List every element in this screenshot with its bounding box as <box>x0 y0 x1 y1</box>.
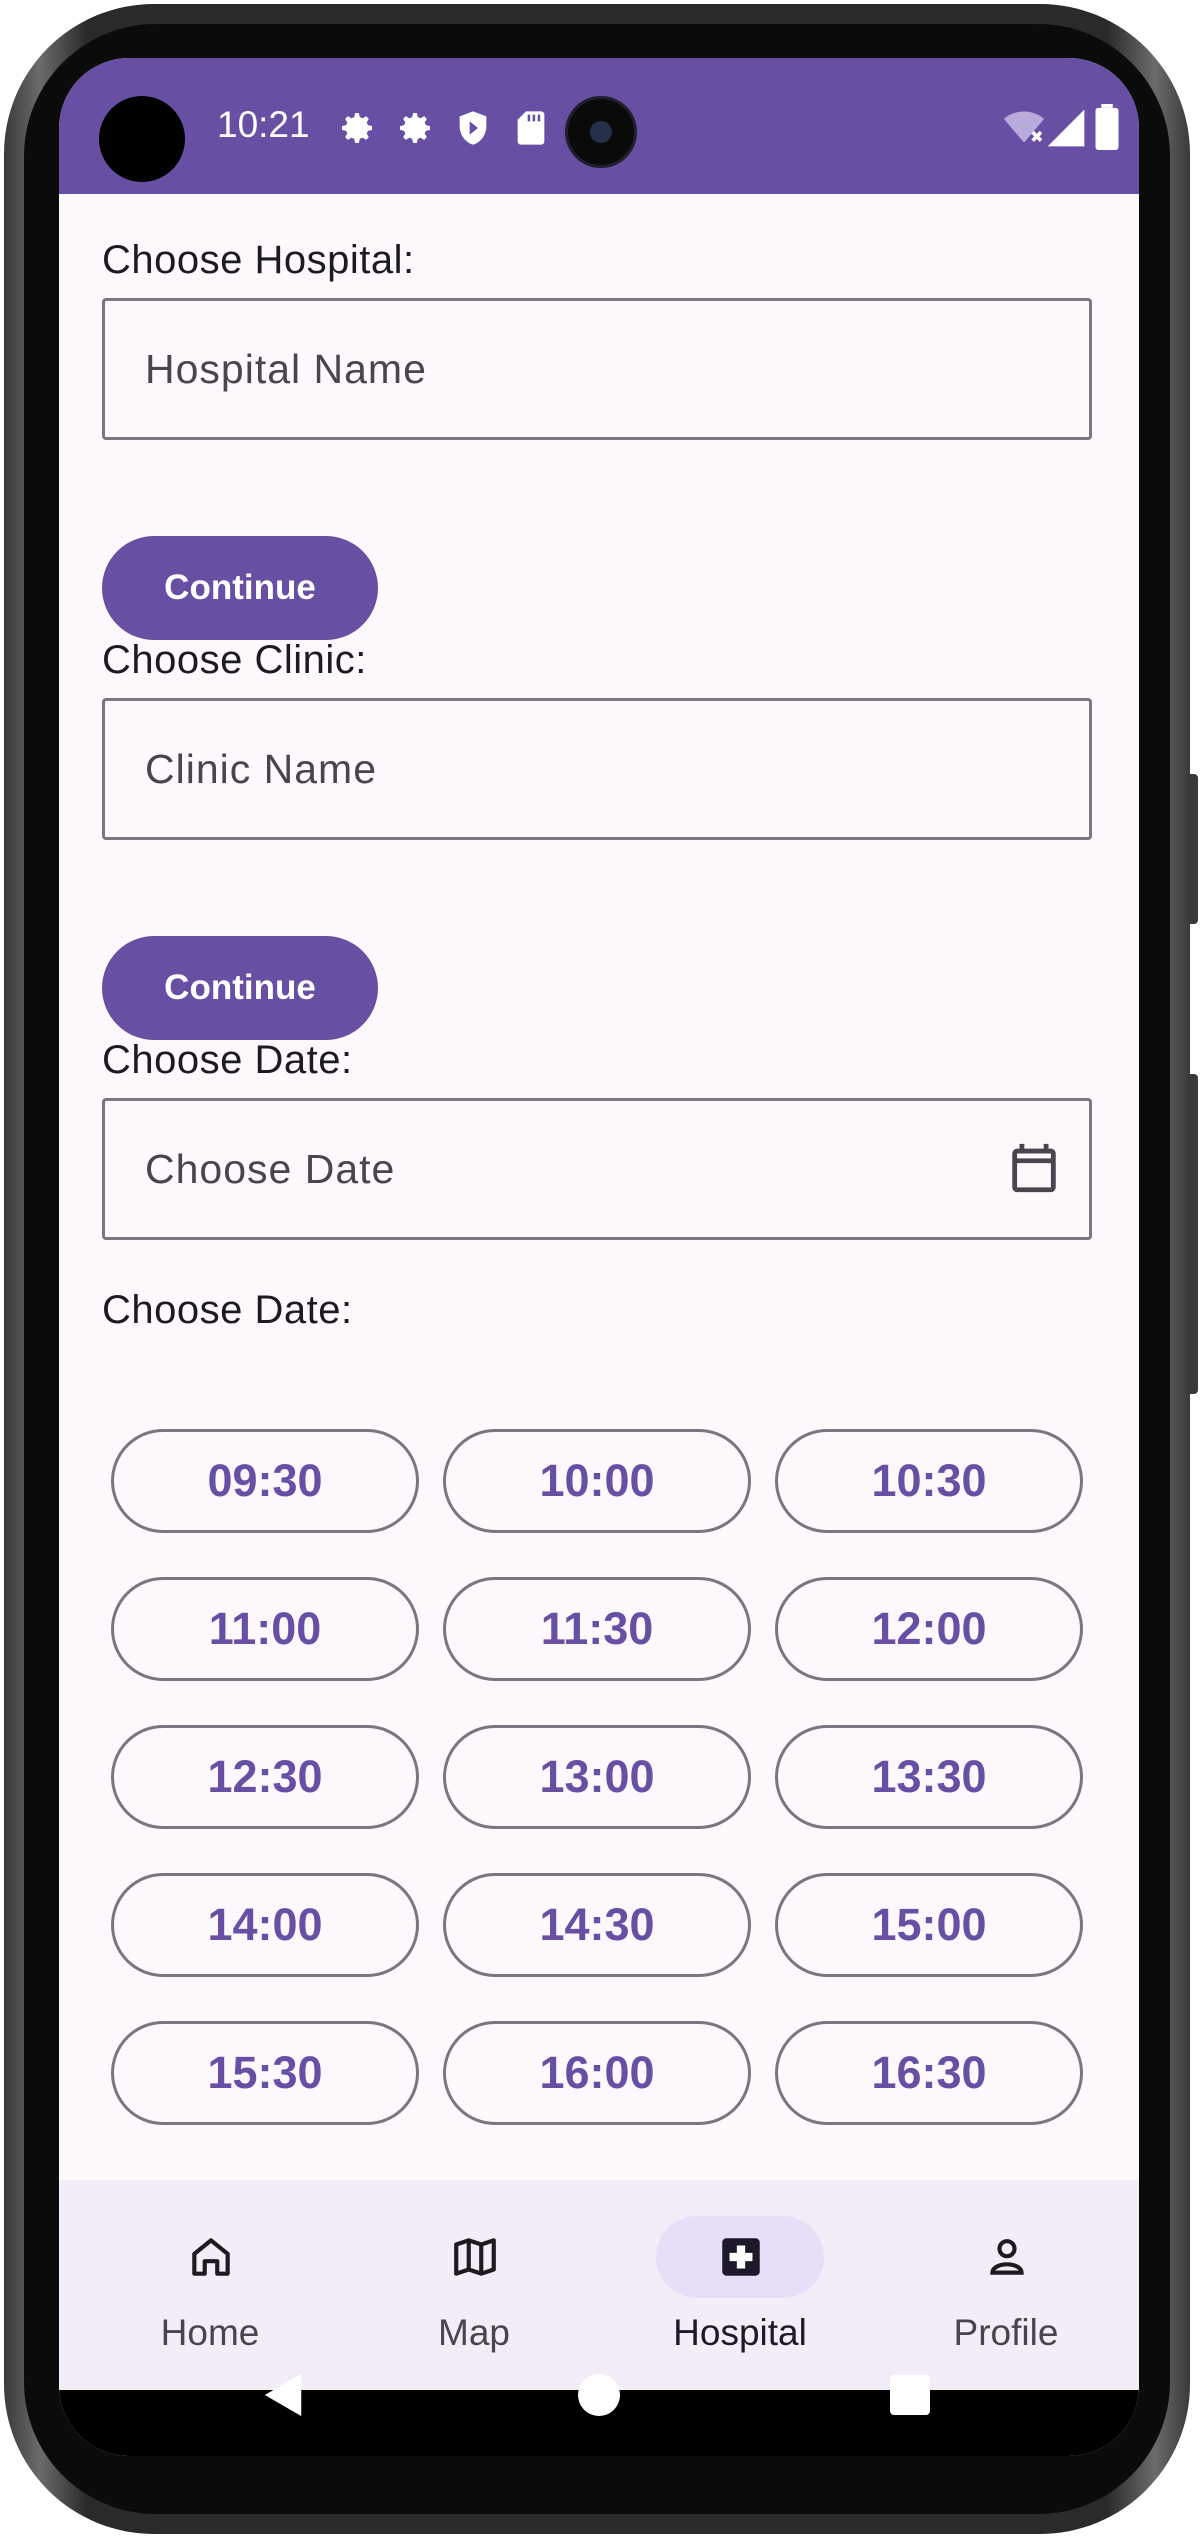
time-slot[interactable]: 12:30 <box>111 1725 419 1829</box>
camera-notch <box>565 96 637 168</box>
nav-item-map[interactable]: Map <box>323 2180 593 2390</box>
battery-icon <box>1095 104 1119 150</box>
time-slot[interactable]: 13:30 <box>775 1725 1083 1829</box>
calendar-icon[interactable] <box>1005 1138 1063 1198</box>
time-slot[interactable]: 16:00 <box>443 2021 751 2125</box>
status-bar: 10:21 <box>59 58 1139 194</box>
time-slot[interactable]: 11:00 <box>111 1577 419 1681</box>
back-icon[interactable] <box>262 2372 306 2418</box>
nav-label-home: Home <box>160 2312 260 2353</box>
date-label: Choose Date: <box>102 1038 353 1082</box>
bottom-navigation: Home Map Hospital Profile <box>59 2180 1139 2390</box>
nav-item-hospital[interactable]: Hospital <box>589 2180 859 2390</box>
signal-icon <box>1047 109 1085 147</box>
time-slot[interactable]: 13:00 <box>443 1725 751 1829</box>
appointment-form: Choose Hospital: Continue Choose Clinic:… <box>59 194 1139 2180</box>
time-slot[interactable]: 14:00 <box>111 1873 419 1977</box>
time-slot[interactable]: 15:00 <box>775 1873 1083 1977</box>
power-button <box>1188 1074 1198 1394</box>
hospital-icon <box>722 2238 760 2276</box>
nav-label-map: Map <box>438 2312 510 2353</box>
time-slot[interactable]: 09:30 <box>111 1429 419 1533</box>
shield-icon <box>459 111 487 145</box>
time-slot[interactable]: 11:30 <box>443 1577 751 1681</box>
nav-label-profile: Profile <box>953 2312 1059 2353</box>
settings-icon <box>400 113 430 143</box>
home-circle-icon[interactable] <box>578 2374 620 2416</box>
clinic-name-input[interactable] <box>102 698 1092 840</box>
time-label: Choose Date: <box>102 1288 353 1332</box>
date-input[interactable] <box>102 1098 1092 1240</box>
clinic-continue-button[interactable]: Continue <box>102 936 378 1040</box>
camera-lens <box>590 121 612 143</box>
nav-item-profile[interactable]: Profile <box>855 2180 1125 2390</box>
map-icon <box>454 2238 496 2276</box>
nav-item-home[interactable]: Home <box>59 2180 329 2390</box>
volume-button <box>1188 774 1198 924</box>
profile-icon <box>990 2239 1024 2275</box>
date-field-wrapper <box>59 1098 1139 1240</box>
time-slot[interactable]: 10:00 <box>443 1429 751 1533</box>
screen: 10:21 Choose Hospital: Hospital Name Con… <box>59 58 1139 2456</box>
hospital-name-input[interactable] <box>102 298 1092 440</box>
time-slot[interactable]: 15:30 <box>111 2021 419 2125</box>
time-slot[interactable]: 14:30 <box>443 1873 751 1977</box>
home-icon <box>192 2238 230 2276</box>
recents-icon[interactable] <box>890 2375 930 2415</box>
hospital-label: Choose Hospital: <box>102 238 415 282</box>
wifi-off-icon <box>1003 111 1045 143</box>
time-slot[interactable]: 12:00 <box>775 1577 1083 1681</box>
sd-card-icon <box>517 111 545 145</box>
time-slot[interactable]: 10:30 <box>775 1429 1083 1533</box>
status-time: 10:21 <box>217 104 310 145</box>
settings-icon <box>342 113 372 143</box>
nav-label-hospital: Hospital <box>673 2312 807 2353</box>
hospital-continue-button[interactable]: Continue <box>102 536 378 640</box>
clinic-label: Choose Clinic: <box>102 638 367 682</box>
front-camera <box>99 96 185 182</box>
time-slot[interactable]: 16:30 <box>775 2021 1083 2125</box>
